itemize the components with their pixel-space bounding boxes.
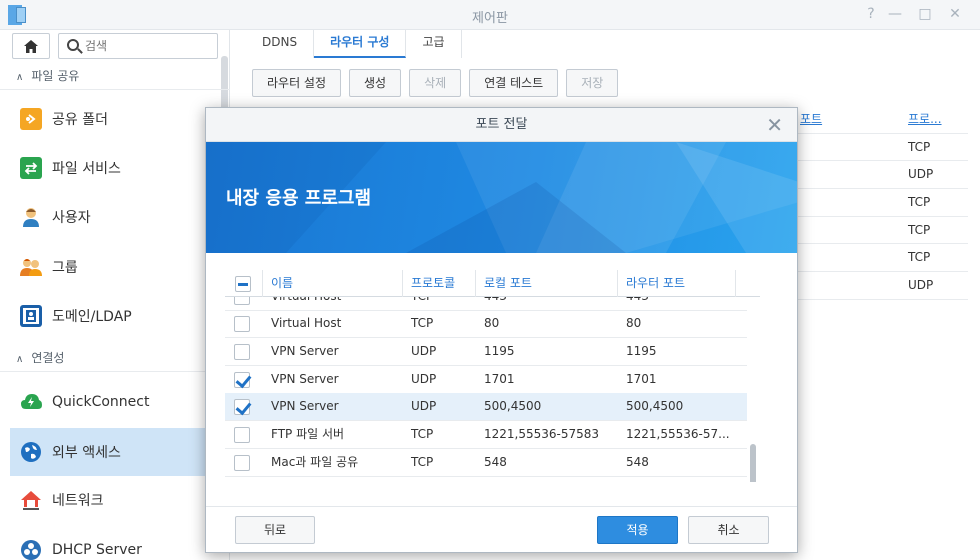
table-row[interactable]: Virtual Host TCP 80 80 — [225, 310, 747, 338]
delete-button[interactable]: 삭제 — [409, 69, 462, 97]
table-row[interactable]: TCP — [790, 134, 968, 162]
port-forwarding-dialog: 포트 전달 ✕ 내장 응용 프로그램 이름 프로토콜 로컬 포트 라우터 포트 … — [205, 107, 798, 553]
builtin-apps-grid: 이름 프로토콜 로컬 포트 라우터 포트 Virtual Host TCP 44… — [225, 270, 760, 482]
table-row[interactable]: FTP 파일 서버 TCP 1221,55536-57583 1221,5553… — [225, 421, 747, 449]
row-checkbox[interactable] — [234, 426, 250, 443]
column-header-router-port[interactable]: 라우터 포트 — [618, 270, 736, 297]
row-checkbox[interactable] — [234, 371, 250, 388]
title-bar: 제어판 ? — □ ✕ — [0, 0, 980, 30]
table-row[interactable]: UDP — [790, 161, 968, 190]
window-title: 제어판 — [472, 11, 508, 26]
table-row[interactable]: TCP — [790, 217, 968, 245]
sidebar-item-user[interactable]: 사용자 — [10, 194, 230, 240]
domain-ldap-icon — [20, 305, 42, 327]
table-row[interactable]: TCP — [790, 244, 968, 273]
tab-router-config[interactable]: 라우터 구성 — [314, 30, 407, 58]
external-access-icon — [20, 441, 42, 463]
sidebar-item-dhcp-server[interactable]: DHCP Server — [10, 527, 230, 560]
dialog-footer: 뒤로 적용 취소 — [206, 506, 797, 552]
collapse-caret-icon: ∧ — [16, 72, 24, 83]
dialog-title-bar: 포트 전달 ✕ — [206, 108, 797, 142]
row-checkbox[interactable] — [234, 398, 250, 415]
table-row[interactable]: VPN Server UDP 1195 1195 — [225, 338, 747, 366]
save-button[interactable]: 저장 — [566, 69, 619, 97]
grid-header: 이름 프로토콜 로컬 포트 라우터 포트 — [225, 270, 760, 297]
sidebar-item-external-access[interactable]: 외부 액세스 — [10, 428, 230, 476]
sidebar-item-group[interactable]: 그룹 — [10, 244, 230, 290]
tab-bar: DDNS 라우터 구성 고급 — [246, 30, 462, 58]
router-settings-button[interactable]: 라우터 설정 — [252, 69, 342, 97]
user-icon — [20, 206, 42, 228]
banner-title: 내장 응용 프로그램 — [226, 188, 372, 209]
toolbar: 라우터 설정 생성 삭제 연결 테스트 저장 — [252, 69, 619, 97]
table-row[interactable]: UDP — [790, 272, 968, 300]
table-header: 포트 프로... — [790, 106, 968, 134]
quickconnect-icon — [20, 391, 42, 413]
home-icon — [24, 39, 38, 53]
sidebar-item-quickconnect[interactable]: QuickConnect — [10, 379, 230, 425]
dialog-title: 포트 전달 — [475, 117, 528, 132]
file-services-icon — [20, 157, 42, 179]
sidebar-item-domain-ldap[interactable]: 도메인/LDAP — [10, 293, 230, 339]
section-file-sharing[interactable]: ∧ 파일 공유 — [0, 62, 230, 90]
row-checkbox[interactable] — [234, 297, 250, 305]
row-checkbox[interactable] — [234, 454, 250, 471]
partial-check-icon — [235, 275, 251, 292]
collapse-caret-icon: ∧ — [16, 354, 24, 365]
row-checkbox[interactable] — [234, 315, 250, 332]
column-header-local-port[interactable]: 로컬 포트 — [476, 270, 618, 297]
column-header-name[interactable]: 이름 — [263, 270, 403, 297]
sidebar: ∧파일 공유 공유 폴더 파일 서비스 사용자 그룹 도메인/LDAP ∧연결성… — [0, 30, 230, 560]
port-rules-table: 포트 프로... TCP UDP TCP TCP TCP UDP — [790, 106, 968, 300]
back-button[interactable]: 뒤로 — [235, 516, 315, 544]
search-input[interactable] — [85, 37, 213, 55]
group-icon — [20, 256, 42, 278]
shared-folder-icon — [20, 108, 42, 130]
test-connection-button[interactable]: 연결 테스트 — [469, 69, 559, 97]
maximize-icon[interactable]: □ — [916, 6, 934, 22]
apply-button[interactable]: 적용 — [597, 516, 678, 544]
close-icon[interactable]: ✕ — [946, 6, 964, 22]
help-icon[interactable]: ? — [862, 6, 880, 22]
search-box[interactable] — [58, 33, 218, 59]
tab-ddns[interactable]: DDNS — [246, 30, 315, 58]
search-icon — [67, 39, 79, 51]
dhcp-server-icon — [20, 539, 42, 560]
column-header-protocol[interactable]: 프로토콜 — [403, 270, 476, 297]
section-connectivity[interactable]: ∧ 연결성 — [0, 344, 230, 372]
column-header-protocol[interactable]: 프로... — [890, 106, 968, 133]
sidebar-item-shared-folder[interactable]: 공유 폴더 — [10, 96, 230, 142]
network-icon — [20, 489, 42, 511]
dialog-close-icon[interactable]: ✕ — [766, 108, 783, 142]
table-row[interactable]: TCP — [790, 189, 968, 217]
select-all-checkbox[interactable] — [225, 270, 263, 297]
table-row[interactable]: VPN Server UDP 500,4500 500,4500 — [225, 393, 747, 421]
grid-scrollbar[interactable] — [750, 444, 756, 482]
sidebar-item-network[interactable]: 네트워크 — [10, 477, 230, 523]
row-checkbox[interactable] — [234, 343, 250, 360]
table-row[interactable]: Mac과 파일 공유 TCP 548 548 — [225, 449, 747, 477]
column-header-port[interactable]: 포트 — [790, 106, 890, 133]
create-button[interactable]: 생성 — [349, 69, 402, 97]
minimize-icon[interactable]: — — [886, 6, 904, 22]
table-row[interactable]: Virtual Host TCP 443 443 — [225, 297, 747, 311]
table-row[interactable]: VPN Server UDP 1701 1701 — [225, 366, 747, 394]
home-button[interactable] — [12, 33, 50, 59]
dialog-banner: 내장 응용 프로그램 — [206, 142, 797, 253]
sidebar-item-file-services[interactable]: 파일 서비스 — [10, 145, 230, 191]
cancel-button[interactable]: 취소 — [688, 516, 769, 544]
tab-advanced[interactable]: 고급 — [406, 30, 462, 58]
grid-rows: Virtual Host TCP 443 443 Virtual Host TC… — [225, 297, 760, 482]
